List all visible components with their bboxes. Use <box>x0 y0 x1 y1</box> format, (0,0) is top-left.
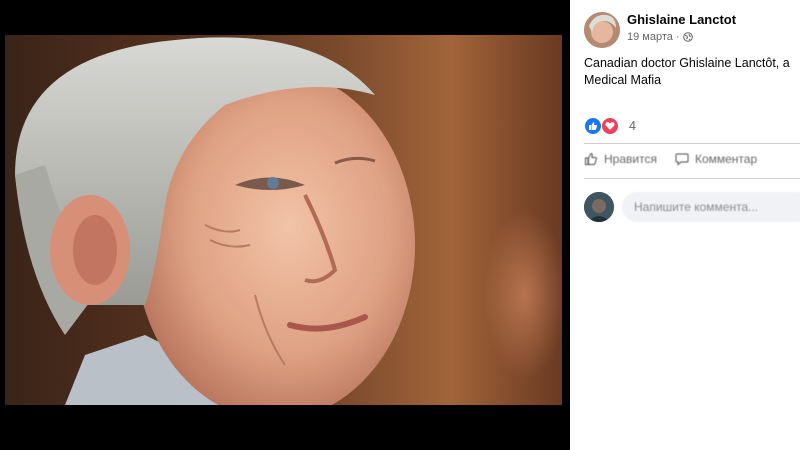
post-actions: Нравится Комментар <box>584 152 757 166</box>
reactions-summary[interactable]: 4 <box>584 117 636 135</box>
globe-icon <box>682 32 693 42</box>
author-name[interactable]: Ghislaine Lanctot <box>627 12 736 27</box>
like-icon <box>584 117 602 135</box>
like-button[interactable]: Нравится <box>584 152 657 166</box>
comment-button[interactable]: Комментар <box>675 152 757 166</box>
viewer-avatar-image <box>584 192 614 222</box>
post-caption: Canadian doctor Ghislaine Lanctôt, a Med… <box>584 55 800 89</box>
meta-dot: · <box>675 31 680 43</box>
comment-icon <box>675 153 689 166</box>
thumbs-up-icon <box>584 152 598 166</box>
photo-viewer <box>0 0 570 450</box>
reaction-count: 4 <box>629 119 636 133</box>
post-photo[interactable] <box>5 35 562 405</box>
divider <box>584 143 800 144</box>
post-meta: 19 марта · <box>627 31 693 43</box>
post-date[interactable]: 19 марта <box>627 31 673 43</box>
divider <box>584 178 800 179</box>
author-avatar[interactable] <box>584 12 620 48</box>
comment-composer: Напишите коммента... <box>584 192 800 222</box>
post-side-panel: Ghislaine Lanctot 19 марта · Canadian do… <box>570 0 800 450</box>
love-icon <box>601 117 619 135</box>
comment-label: Комментар <box>694 152 758 166</box>
viewer-avatar[interactable] <box>584 192 614 222</box>
caption-line-1: Canadian doctor Ghislaine Lanctôt, a <box>584 56 790 70</box>
comment-placeholder: Напишите коммента... <box>634 200 759 214</box>
comment-input[interactable]: Напишите коммента... <box>622 192 800 222</box>
avatar-image <box>584 12 620 48</box>
caption-line-2: Medical Mafia <box>584 73 662 87</box>
portrait-illustration <box>15 37 415 405</box>
like-label: Нравится <box>604 152 657 166</box>
